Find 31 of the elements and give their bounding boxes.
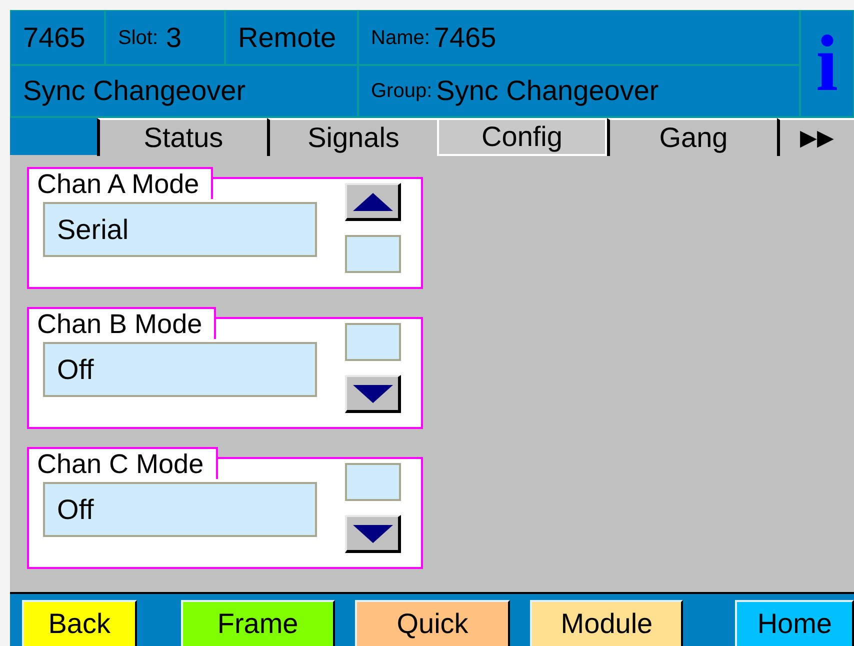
name-value: 7465 [434, 20, 496, 54]
down-arrow-button[interactable] [345, 375, 401, 413]
mode-field[interactable]: Serial [43, 202, 317, 257]
group-label: Chan B Mode [27, 307, 216, 339]
tab[interactable]: Config [437, 118, 607, 156]
nav-button[interactable]: Frame [180, 600, 335, 646]
slot-number: 3 [166, 20, 182, 54]
tab[interactable]: Signals [267, 118, 437, 156]
tab[interactable]: Status [97, 118, 267, 156]
name-label: Name: [371, 26, 430, 50]
up-triangle-icon [352, 192, 392, 210]
tab[interactable]: Gang [607, 118, 777, 156]
unit-id: 7465 [23, 20, 86, 54]
nav-button[interactable]: Quick [354, 600, 510, 646]
module-name: Sync Changeover [23, 74, 246, 108]
nav-button[interactable]: Module [530, 600, 684, 646]
tab[interactable]: ▶▶ [777, 118, 854, 156]
down-arrow-button[interactable] [345, 515, 401, 553]
down-triangle-icon [352, 524, 392, 542]
nav-button[interactable]: Back [22, 600, 137, 646]
group-label: Group: [371, 79, 432, 104]
mode-field[interactable]: Off [43, 342, 317, 397]
group-value: Sync Changeover [436, 74, 659, 108]
up-arrow-button[interactable] [345, 183, 401, 221]
slot-label: Slot: [118, 26, 158, 50]
mode-text: Remote [238, 20, 336, 54]
down-triangle-icon [352, 384, 392, 402]
mode-field[interactable]: Off [43, 482, 317, 537]
nav-button[interactable]: Home [735, 600, 854, 646]
group-label: Chan A Mode [27, 167, 214, 199]
group-label: Chan C Mode [27, 447, 218, 479]
